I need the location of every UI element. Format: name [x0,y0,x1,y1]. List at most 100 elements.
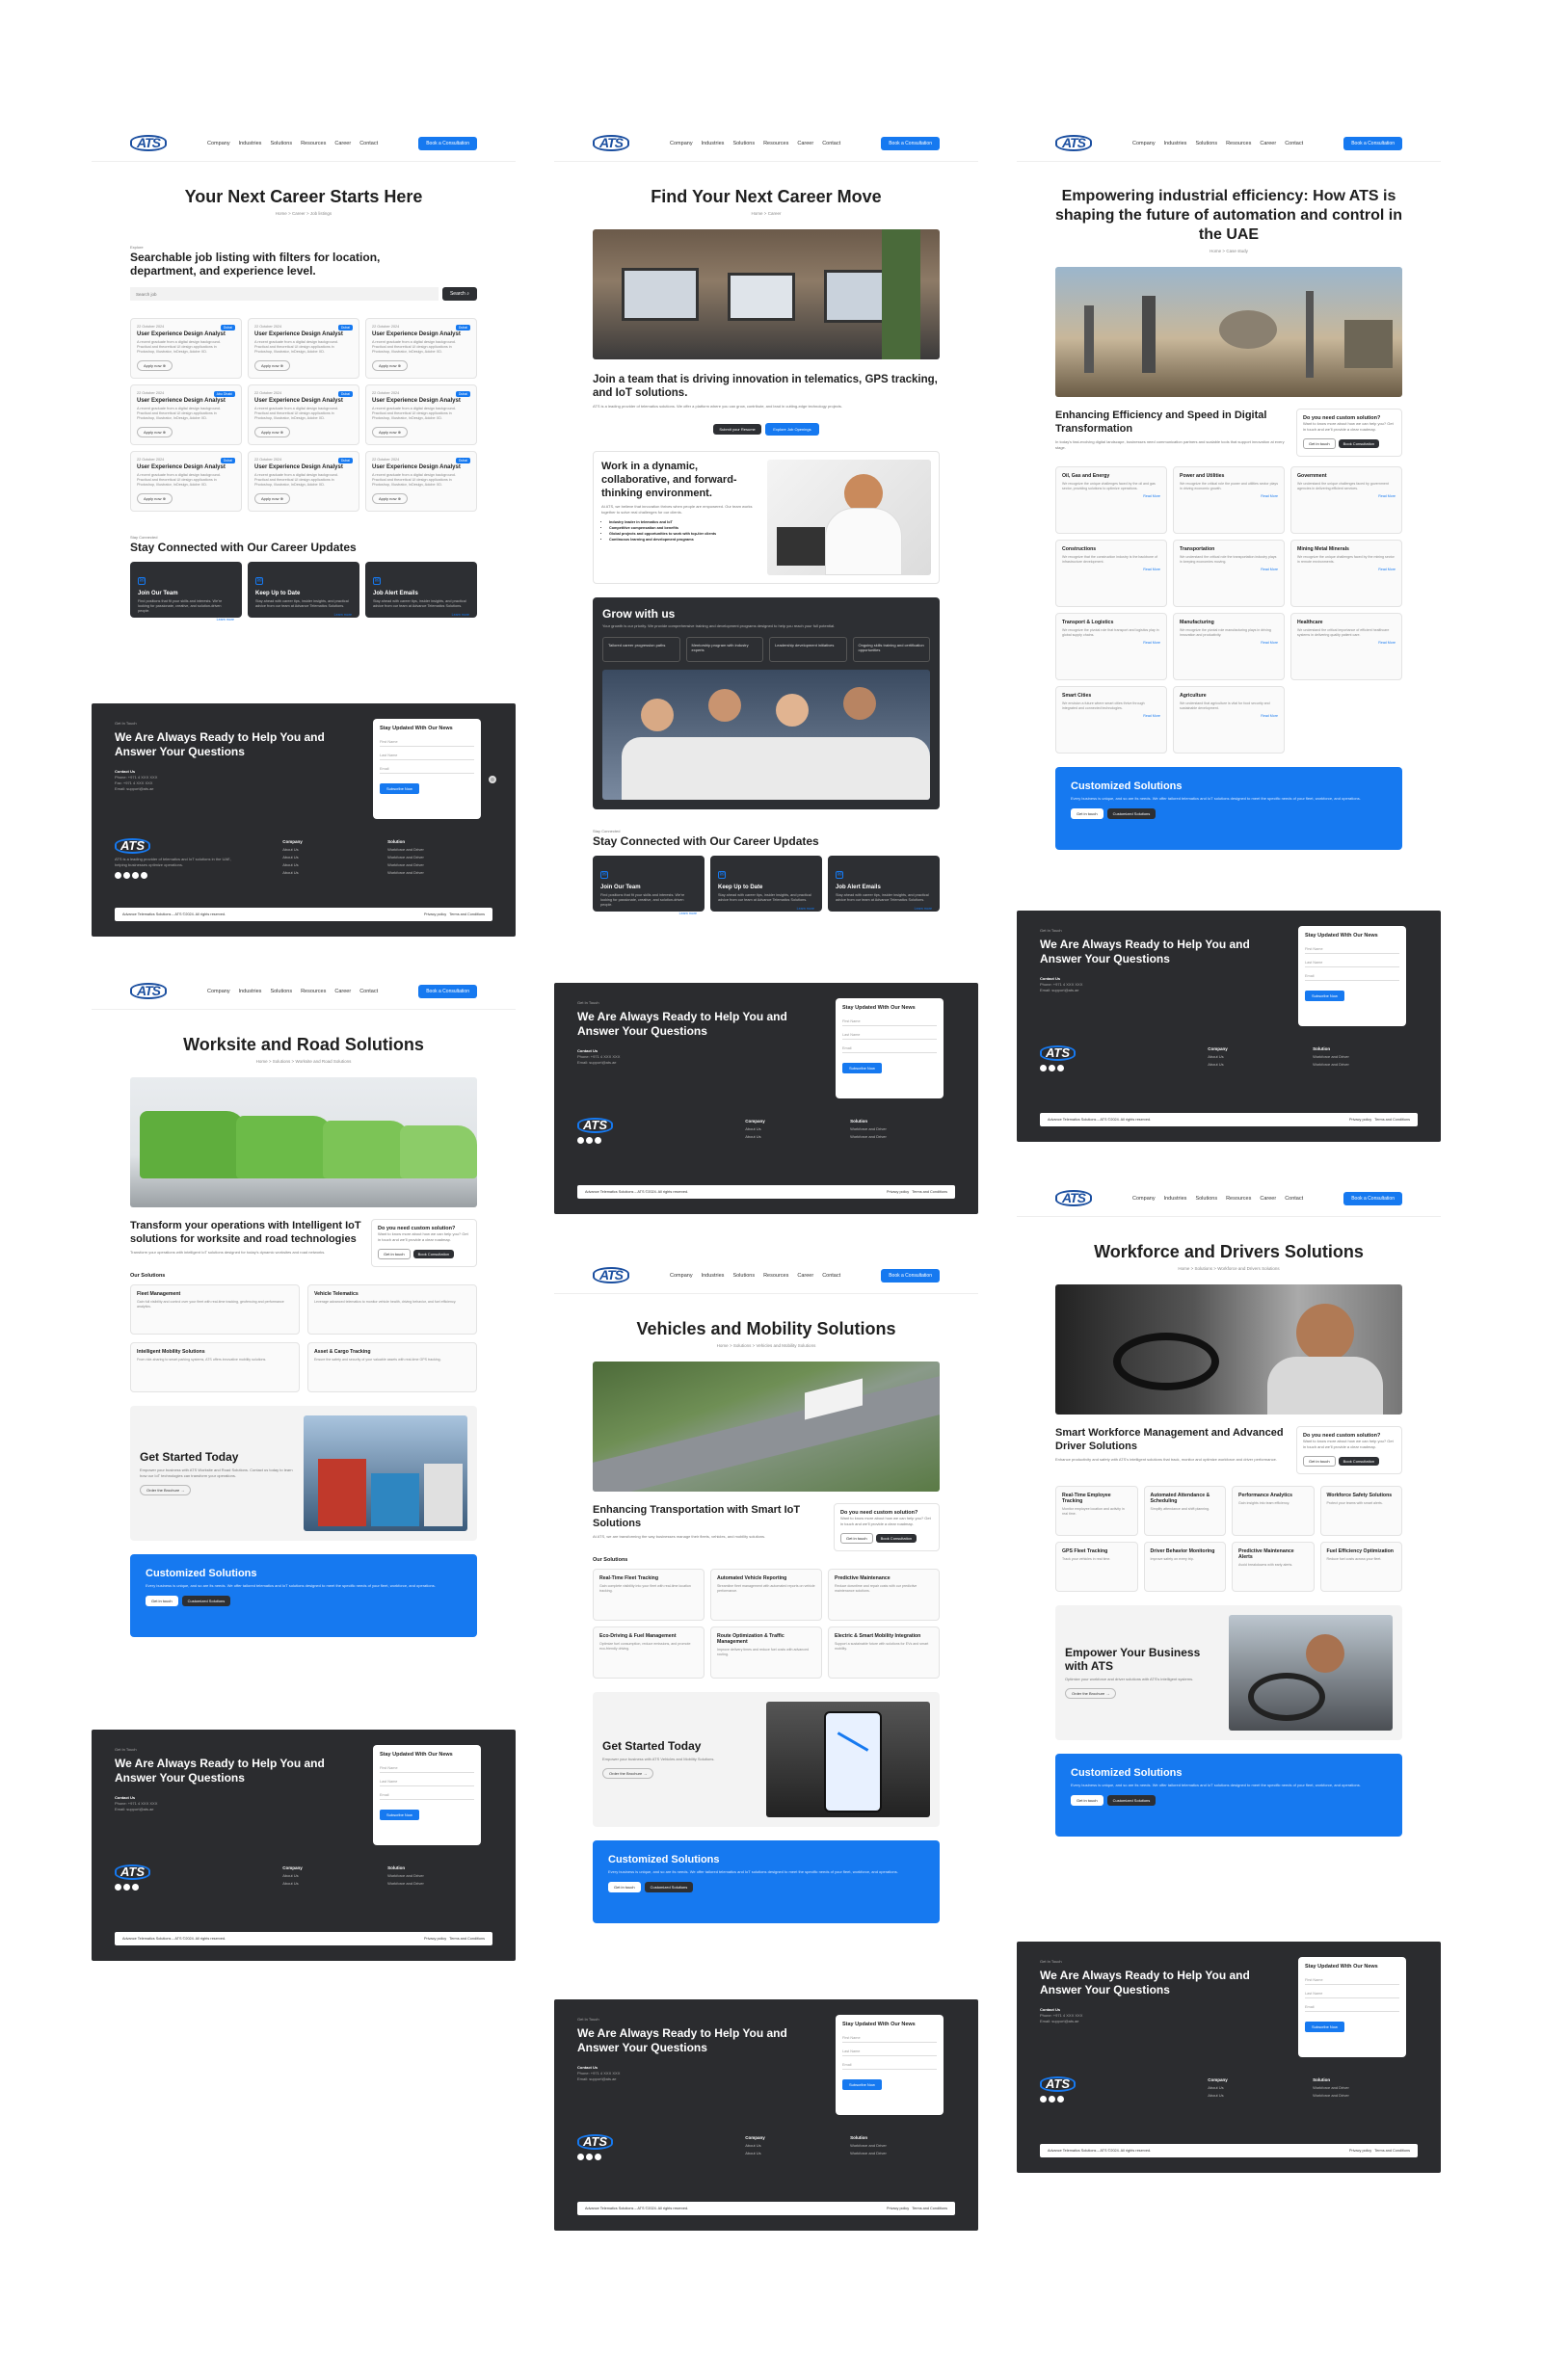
twitter-icon[interactable] [123,872,130,879]
search-input[interactable] [130,287,439,301]
nav-item[interactable]: Solutions [270,989,292,994]
breadcrumb-home[interactable]: Home [717,1343,729,1348]
breadcrumb-home[interactable]: Home [1178,1266,1189,1271]
industry-card[interactable]: Constructions We recognize that the const… [1055,540,1167,607]
footer-link[interactable]: About Us [1208,1062,1223,1067]
footer-link[interactable]: About Us [282,847,298,852]
breadcrumb-solutions[interactable]: Solutions [733,1343,752,1348]
book-consultation-button[interactable]: Book a Consultation [881,136,940,150]
footer-link[interactable]: About Us [282,862,298,867]
learn-more-link[interactable]: Learn more [255,613,352,617]
linkedin-icon[interactable] [132,872,139,879]
footer-link[interactable]: Workforce and Driver [387,847,424,852]
nav-item-career[interactable]: Career [334,141,351,146]
apply-now-button[interactable]: Apply now ⊕ [372,493,408,504]
get-in-touch-button[interactable]: Get in touch [608,1882,641,1892]
book-consultation-button[interactable]: Book a Consultation [418,136,477,150]
solution-card[interactable]: Predictive Maintenance Reduce downtime an… [828,1569,940,1621]
nav-item[interactable]: Company [1132,141,1156,146]
get-in-touch-button[interactable]: Get in touch [378,1249,411,1259]
footer-link[interactable]: Workforce and Driver [1313,1054,1349,1059]
nav-item[interactable]: Career [1260,141,1276,146]
ats-logo[interactable]: ATS [593,135,629,151]
last-name-field[interactable]: Last Name [380,751,474,760]
footer-link[interactable]: Workforce and Driver [850,2143,887,2148]
apply-now-button[interactable]: Apply now ⊕ [254,360,290,371]
breadcrumb-solutions[interactable]: Solutions [1195,1266,1213,1271]
nav-item[interactable]: Solutions [1195,1196,1217,1202]
nav-item[interactable]: Company [1132,1196,1156,1202]
email-field[interactable]: Email [380,764,474,774]
contact-phone[interactable]: Phone: +971 4 XXX XXX [577,1054,620,1059]
footer-link[interactable]: Workforce and Driver [1313,1062,1349,1067]
twitter-icon[interactable] [586,1137,593,1144]
solution-card[interactable]: Driver Behavior Monitoring Improve safety… [1143,1542,1226,1592]
nav-item-resources[interactable]: Resources [301,141,326,146]
get-in-touch-button[interactable]: Get in touch [146,1596,178,1606]
read-more-link[interactable]: Read More [1062,568,1160,571]
read-more-link[interactable]: Read More [1062,494,1160,498]
email-field[interactable]: Email [842,2060,937,2070]
nav-item[interactable]: Solutions [732,141,755,146]
job-card[interactable]: Dubai 22 October 2024 User Experience Desi… [365,451,477,512]
terms-link[interactable]: Terms and Conditions [1374,2149,1410,2153]
job-card[interactable]: Abu Dhabi 22 October 2024 User Experience … [130,384,242,445]
solution-card[interactable]: Route Optimization & Traffic Management I… [710,1626,822,1679]
read-more-link[interactable]: Read More [1180,641,1278,645]
update-card[interactable]: ✉ Keep Up to Date Stay ahead with career t… [710,856,822,912]
footer-link[interactable]: About Us [1208,2085,1223,2090]
book-consultation-button[interactable]: Book a Consultation [1343,1191,1402,1205]
footer-link[interactable]: About Us [1208,1054,1223,1059]
nav-item[interactable]: Industries [1164,1196,1187,1202]
contact-email[interactable]: Email: support@ats.ae [1040,2019,1079,2023]
nav-item[interactable]: Industries [239,989,262,994]
privacy-link[interactable]: Privacy policy [887,1190,909,1194]
email-field[interactable]: Email [842,1044,937,1053]
solution-card[interactable]: Eco-Driving & Fuel Management Optimize fu… [593,1626,705,1679]
solution-card[interactable]: Intelligent Mobility Solutions From ride-… [130,1342,300,1392]
get-in-touch-button[interactable]: Get in touch [1303,438,1336,449]
terms-link[interactable]: Terms and Conditions [449,1937,485,1941]
apply-now-button[interactable]: Apply now ⊕ [137,360,173,371]
footer-link[interactable]: Workforce and Driver [387,855,424,859]
get-in-touch-button[interactable]: Get in touch [1303,1456,1336,1467]
first-name-field[interactable]: First Name [380,1763,474,1773]
linkedin-icon[interactable] [1057,1065,1064,1071]
last-name-field[interactable]: Last Name [380,1777,474,1786]
footer-link[interactable]: Workforce and Driver [850,2151,887,2155]
footer-logo[interactable]: ATS [1040,2076,1077,2092]
email-field[interactable]: Email [380,1790,474,1800]
update-card[interactable]: ✉ Job Alert Emails Stay ahead with career … [828,856,940,912]
footer-link[interactable]: Workforce and Driver [1313,2085,1349,2090]
nav-item[interactable]: Solutions [1195,141,1217,146]
twitter-icon[interactable] [123,1884,130,1891]
industry-card[interactable]: Agriculture We understand that agricultur… [1173,686,1285,754]
nav-item[interactable]: Solutions [732,1273,755,1279]
industry-card[interactable]: Government We understand the unique chall… [1290,466,1402,534]
read-more-link[interactable]: Read More [1180,568,1278,571]
read-more-link[interactable]: Read More [1297,641,1396,645]
solution-card[interactable]: Fleet Management Gain full visibility and… [130,1284,300,1335]
nav-item[interactable]: Contact [1285,1196,1303,1202]
twitter-icon[interactable] [586,2154,593,2160]
footer-link[interactable]: Workforce and Driver [850,1126,887,1131]
read-more-link[interactable]: Read More [1062,641,1160,645]
contact-phone[interactable]: Phone: +971 4 XXX XXX [1040,2013,1082,2018]
footer-link[interactable]: About Us [1208,2093,1223,2098]
solution-card[interactable]: Automated Vehicle Reporting Streamline fl… [710,1569,822,1621]
linkedin-icon[interactable] [1057,2096,1064,2102]
book-consultation-button[interactable]: Book a Consultation [1343,136,1402,150]
contact-phone[interactable]: Phone: +971 4 XXX XXX [115,1801,157,1806]
explore-openings-button[interactable]: Explore Job Openings [765,423,819,436]
apply-now-button[interactable]: Apply now ⊕ [254,427,290,437]
contact-email[interactable]: Email: support@ats.ae [577,1060,617,1065]
update-card[interactable]: ✉ Join Our Team Find positions that fit yo… [130,562,242,621]
book-consultation-button[interactable]: Book Consultation [1338,439,1380,448]
footer-link[interactable]: About Us [745,2143,760,2148]
first-name-field[interactable]: First Name [380,737,474,747]
submit-resume-button[interactable]: Submit your Resume [713,424,761,435]
book-consultation-button[interactable]: Book Consultation [875,1534,917,1543]
solution-card[interactable]: Workforce Safety Solutions Protect your t… [1319,1486,1402,1536]
industry-card[interactable]: Oil, Gas and Energy We recognize the uniq… [1055,466,1167,534]
read-more-link[interactable]: Read More [1297,568,1396,571]
